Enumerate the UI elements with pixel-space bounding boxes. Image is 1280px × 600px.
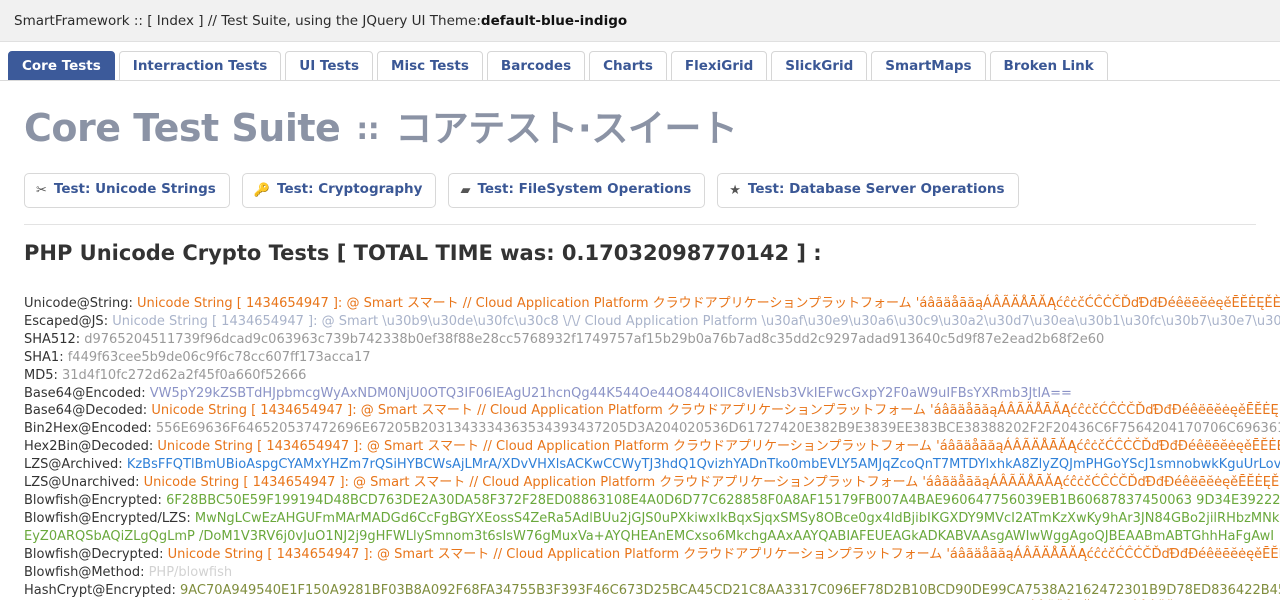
result-label: Base64@Encoded:: [24, 386, 150, 401]
result-label: MD5:: [24, 368, 62, 383]
result-row: MD5: 31d4f10fc272d62a2f45f0a660f52666: [24, 367, 1280, 385]
result-value: VW5pY29kZSBTdHJpbmcgWyAxNDM0NjU0OTQ3IF06…: [150, 386, 1072, 401]
button-label: Test: Database Server Operations: [748, 181, 1005, 197]
test-unicode-strings-button[interactable]: ✂ Test: Unicode Strings: [24, 173, 230, 208]
result-label: SHA512:: [24, 332, 84, 347]
page-title: Core Test Suite::コアテスト·スイート: [24, 103, 1280, 155]
result-label: Blowfish@Encrypted:: [24, 493, 166, 508]
result-label: Hex2Bin@Decoded:: [24, 439, 157, 454]
result-label: Base64@Decoded:: [24, 403, 151, 418]
tab-flexigrid[interactable]: FlexiGrid: [671, 51, 767, 81]
tab-slickgrid[interactable]: SlickGrid: [771, 51, 867, 81]
result-value: 556E69636F646520537472696E67205B20313433…: [156, 421, 1280, 436]
test-filesystem-operations-button[interactable]: ▰ Test: FileSystem Operations: [448, 173, 705, 208]
tab-barcodes[interactable]: Barcodes: [487, 51, 585, 81]
result-row: SHA512: d9765204511739f96dcad9c063963c73…: [24, 331, 1280, 349]
result-value: MwNgLCwEzAHGUFmMArMADGd6CcFgBGYXEossS4Ze…: [24, 511, 1279, 546]
tab-interraction-tests[interactable]: Interraction Tests: [119, 51, 281, 81]
result-row: Escaped@JS: Unicode String [ 1434654947 …: [24, 313, 1280, 331]
test-database-server-operations-button[interactable]: ★ Test: Database Server Operations: [717, 173, 1018, 208]
results-list: Unicode@String: Unicode String [ 1434654…: [24, 295, 1280, 600]
divider: [24, 224, 1256, 225]
result-value: f449f63cee5b9de06c9f6c78cc607ff173acca17: [68, 350, 371, 365]
result-value: 9AC70A949540E1F150A9281BF03B8A092F68FA34…: [180, 583, 1280, 598]
status-bar-prefix: SmartFramework :: [ Index ] // Test Suit…: [14, 13, 481, 29]
action-button-row: ✂ Test: Unicode Strings 🔑 Test: Cryptograph…: [24, 173, 1280, 208]
result-label: Unicode@String:: [24, 296, 137, 311]
result-label: LZS@Archived:: [24, 457, 127, 472]
page-root: SmartFramework :: [ Index ] // Test Suit…: [0, 0, 1280, 600]
button-label: Test: Cryptography: [277, 181, 422, 197]
result-label: SHA1:: [24, 350, 68, 365]
result-value: Unicode String [ 1434654947 ]: @ Smart ス…: [151, 403, 1280, 418]
result-label: Blowfish@Method:: [24, 565, 149, 580]
result-value: PHP/blowfish: [149, 565, 232, 580]
result-label: HashCrypt@Encrypted:: [24, 583, 180, 598]
result-value: Unicode String [ 1434654947 ]: @ Smart ス…: [144, 475, 1280, 490]
result-value: Unicode String [ 1434654947 ]: @ Smart \…: [112, 314, 1280, 329]
result-label: Blowfish@Encrypted/LZS:: [24, 511, 195, 526]
page-title-en: Core Test Suite: [24, 106, 340, 150]
result-label: LZS@Unarchived:: [24, 475, 144, 490]
result-value: Unicode String [ 1434654947 ]: @ Smart ス…: [157, 439, 1280, 454]
result-row: Blowfish@Encrypted/LZS: MwNgLCwEzAHGUFmM…: [24, 510, 1280, 546]
result-row: LZS@Unarchived: Unicode String [ 1434654…: [24, 474, 1280, 492]
status-bar-theme: default-blue-indigo: [481, 13, 627, 29]
key-icon: 🔑: [254, 184, 270, 198]
tab-charts[interactable]: Charts: [589, 51, 667, 81]
result-row: Hex2Bin@Decoded: Unicode String [ 143465…: [24, 438, 1280, 456]
result-value: d9765204511739f96dcad9c063963c739b742338…: [84, 332, 1104, 347]
result-label: Escaped@JS:: [24, 314, 112, 329]
result-row: Unicode@String: Unicode String [ 1434654…: [24, 295, 1280, 313]
scissors-icon: ✂: [36, 184, 47, 198]
button-label: Test: FileSystem Operations: [477, 181, 691, 197]
folder-icon: ▰: [460, 184, 470, 198]
page-title-separator: ::: [340, 112, 395, 147]
result-row: Bin2Hex@Encoded: 556E69636F6465205374726…: [24, 420, 1280, 438]
button-label: Test: Unicode Strings: [54, 181, 216, 197]
result-value: 31d4f10fc272d62a2f45f0a660f52666: [62, 368, 306, 383]
tab-ui-tests[interactable]: UI Tests: [285, 51, 373, 81]
tab-broken-link[interactable]: Broken Link: [990, 51, 1108, 81]
status-bar: SmartFramework :: [ Index ] // Test Suit…: [0, 0, 1280, 42]
result-row: Base64@Decoded: Unicode String [ 1434654…: [24, 402, 1280, 420]
section-title: PHP Unicode Crypto Tests [ TOTAL TIME wa…: [24, 241, 1280, 265]
result-row: Blowfish@Encrypted: 6F28BBC50E59F199194D…: [24, 492, 1280, 510]
result-value: Unicode String [ 1434654947 ]: @ Smart ス…: [137, 296, 1280, 311]
result-row: LZS@Archived: KzBsFFQTlBmUBioAspgCYAMxYH…: [24, 456, 1280, 474]
database-icon: ★: [729, 184, 741, 198]
result-row: HashCrypt@Encrypted: 9AC70A949540E1F150A…: [24, 582, 1280, 600]
page-body: Core Test Suite::コアテスト·スイート ✂ Test: Unico…: [0, 103, 1280, 600]
tab-bar: Core TestsInterraction TestsUI TestsMisc…: [0, 42, 1280, 81]
result-row: Base64@Encoded: VW5pY29kZSBTdHJpbmcgWyAx…: [24, 385, 1280, 403]
page-title-jp: コアテスト·スイート: [395, 107, 737, 150]
result-row: Blowfish@Decrypted: Unicode String [ 143…: [24, 546, 1280, 564]
result-value: KzBsFFQTlBmUBioAspgCYAMxYHZm7rQSiHYBCWsA…: [127, 457, 1280, 472]
result-label: Blowfish@Decrypted:: [24, 547, 168, 562]
tab-misc-tests[interactable]: Misc Tests: [377, 51, 483, 81]
tab-core-tests[interactable]: Core Tests: [8, 51, 115, 81]
test-cryptography-button[interactable]: 🔑 Test: Cryptography: [242, 173, 437, 208]
result-label: Bin2Hex@Encoded:: [24, 421, 156, 436]
tab-smartmaps[interactable]: SmartMaps: [871, 51, 985, 81]
result-value: 6F28BBC50E59F199194D48BCD763DE2A30DA58F3…: [166, 493, 1280, 508]
result-row: Blowfish@Method: PHP/blowfish: [24, 564, 1280, 582]
result-value: Unicode String [ 1434654947 ]: @ Smart ス…: [168, 547, 1280, 562]
result-row: SHA1: f449f63cee5b9de06c9f6c78cc607ff173…: [24, 349, 1280, 367]
